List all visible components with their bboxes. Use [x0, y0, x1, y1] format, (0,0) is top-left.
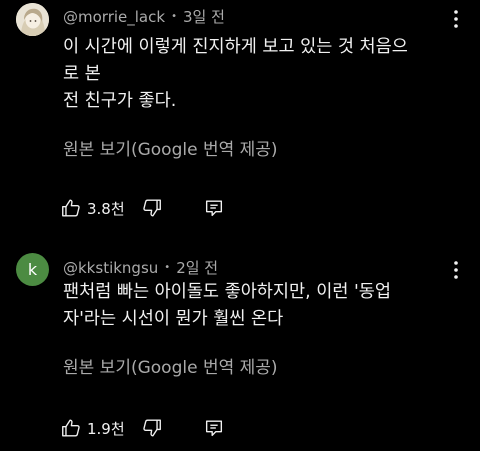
separator-dot: • [171, 11, 177, 22]
thumb-down-icon[interactable] [141, 417, 163, 439]
avatar-illustration [16, 3, 49, 36]
comment-actions: 3.8천 [60, 196, 225, 220]
reply-icon[interactable] [203, 417, 225, 439]
timestamp[interactable]: 3일 전 [183, 6, 225, 27]
reply-icon[interactable] [203, 197, 225, 219]
thumb-down-icon[interactable] [141, 197, 163, 219]
see-original-link[interactable]: 원본 보기(Google 번역 제공) [63, 353, 278, 378]
author-name[interactable]: @kkstikngsu [63, 259, 158, 277]
avatar[interactable] [16, 3, 49, 36]
timestamp[interactable]: 2일 전 [176, 257, 218, 278]
separator-dot: • [164, 262, 171, 273]
more-vert-icon[interactable] [448, 260, 464, 280]
comment-text-line: 로 본 [63, 64, 101, 84]
comment-text-line: 자'라는 시선이 뭔가 훨씬 온다 [63, 309, 284, 329]
comment-item: k @kkstikngsu • 2일 전 팬처럼 빠는 아이돌도 좋아하지만, … [0, 246, 480, 451]
comment-header: @morrie_lack • 3일 전 [63, 6, 225, 27]
like-count: 1.9천 [87, 419, 125, 438]
see-original-link[interactable]: 원본 보기(Google 번역 제공) [63, 135, 278, 160]
comment-text: 이 시간에 이렇게 진지하게 보고 있는 것 처음으 로 본 전 친구가 좋다. [63, 34, 463, 115]
comment-text-line: 이 시간에 이렇게 진지하게 보고 있는 것 처음으 [63, 37, 408, 57]
avatar[interactable]: k [16, 253, 49, 286]
like-count: 3.8천 [87, 199, 125, 218]
comment-header: @kkstikngsu • 2일 전 [63, 257, 218, 278]
thumb-up-icon[interactable] [60, 417, 82, 439]
comment-text: 팬처럼 빠는 아이돌도 좋아하지만, 이런 '동업 자'라는 시선이 뭔가 훨씬… [63, 279, 463, 333]
more-vert-icon[interactable] [448, 9, 464, 29]
comment-text-line: 팬처럼 빠는 아이돌도 좋아하지만, 이런 '동업 [63, 282, 391, 302]
author-name[interactable]: @morrie_lack [63, 8, 165, 26]
thumb-up-icon[interactable] [60, 197, 82, 219]
comment-actions: 1.9천 [60, 416, 225, 440]
comment-text-line: 전 친구가 좋다. [63, 91, 177, 111]
comment-item: @morrie_lack • 3일 전 이 시간에 이렇게 진지하게 보고 있는… [0, 0, 480, 232]
